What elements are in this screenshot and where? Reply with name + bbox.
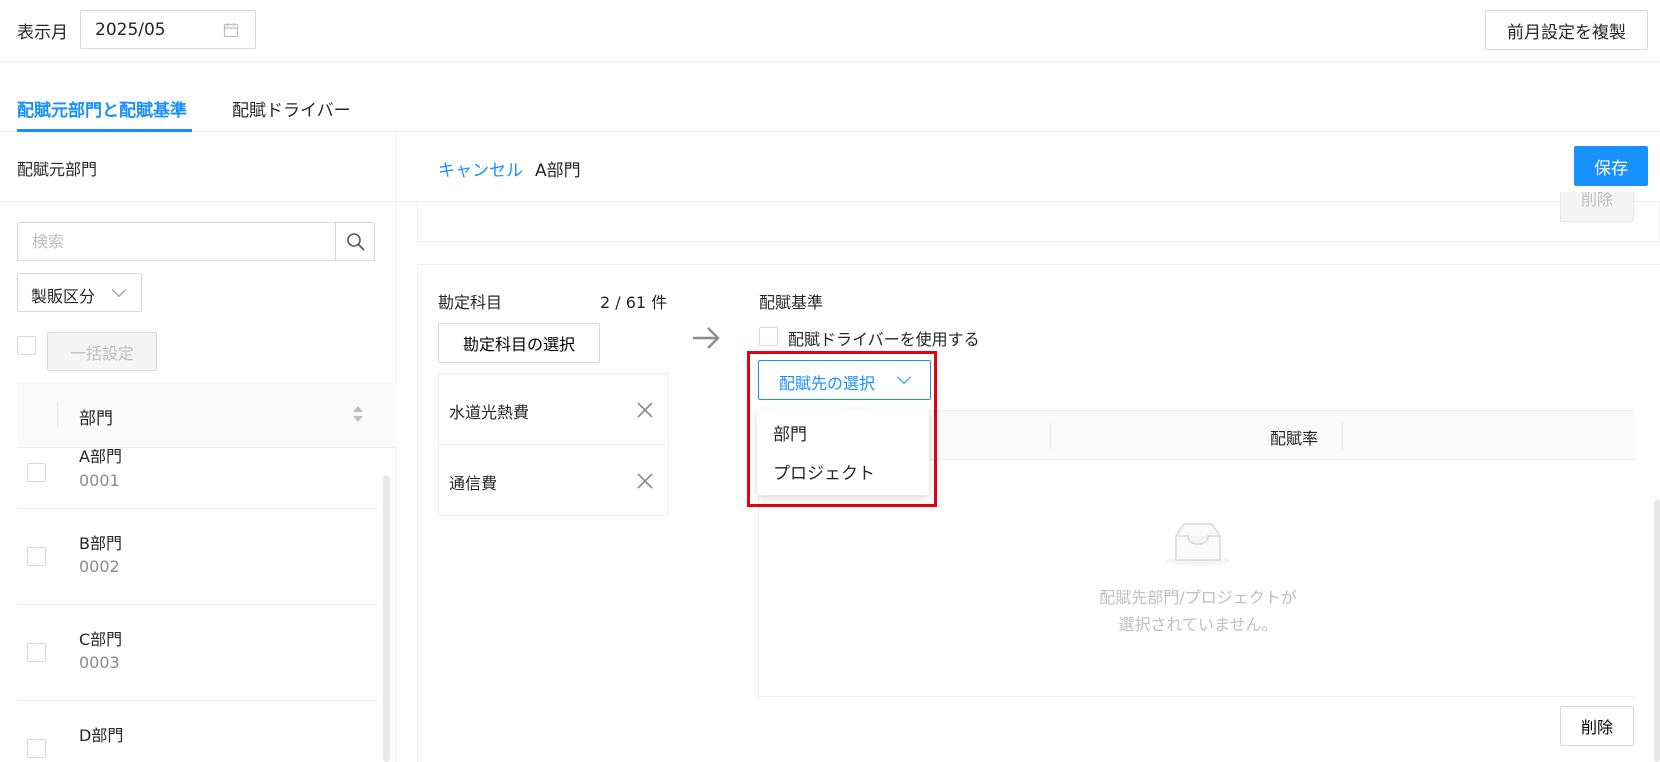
list-scrollbar[interactable] (383, 475, 390, 762)
select-account-button[interactable]: 勘定科目の選択 (438, 323, 600, 363)
source-department-panel: 配賦元部門 製販区分 一括設定 部門 A部門 0001 B部門 0002 (0, 132, 397, 762)
content-scrollbar[interactable] (1654, 500, 1660, 762)
department-name: B部門 (79, 534, 122, 553)
department-name: A部門 (79, 449, 122, 466)
department-name: D部門 (79, 726, 124, 745)
row-checkbox[interactable] (27, 463, 46, 482)
tab-allocation-driver[interactable]: 配賦ドライバー (232, 96, 351, 121)
department-code: 0002 (79, 557, 120, 576)
row-checkbox[interactable] (27, 643, 46, 662)
department-name: C部門 (79, 630, 123, 649)
list-item: 通信費 (439, 445, 668, 516)
row-checkbox[interactable] (27, 547, 46, 566)
empty-state-line: 配賦先部門/プロジェクトが (1099, 588, 1297, 607)
top-bar: 表示月 2025/05 (0, 0, 1660, 62)
close-icon[interactable] (635, 400, 655, 420)
search-icon (347, 233, 365, 251)
department-table-header: 部門 (17, 382, 397, 448)
arrow-right-icon (693, 327, 720, 349)
edit-header: キャンセル A部門 (397, 132, 1660, 202)
search-input[interactable] (17, 222, 337, 261)
list-item: 水道光熱費 (439, 374, 668, 445)
empty-state-line: 選択されていません。 (1118, 615, 1278, 634)
manufacturing-sales-filter[interactable]: 製販区分 (17, 273, 142, 312)
panel-title: 配賦元部門 (17, 160, 98, 179)
tab-bar: 配賦元部門と配賦基準 配賦ドライバー (0, 62, 1660, 132)
department-code: 0001 (79, 471, 120, 490)
row-checkbox[interactable] (27, 739, 46, 758)
account-count: 2 / 61 件 (600, 293, 668, 312)
search-box (17, 222, 375, 261)
search-button[interactable] (335, 222, 375, 261)
use-driver-checkbox[interactable] (759, 327, 778, 346)
divider (0, 201, 397, 202)
table-row[interactable]: C部門 0003 (17, 605, 379, 701)
month-label: 表示月 (17, 23, 68, 43)
previous-rule-card (417, 202, 1660, 242)
copy-previous-month-button[interactable]: 前月設定を複製 (1485, 10, 1648, 50)
select-all-checkbox[interactable] (17, 336, 36, 355)
delete-button[interactable]: 削除 (1560, 706, 1634, 746)
empty-inbox-icon (1166, 523, 1230, 566)
table-row[interactable]: A部門 0001 (17, 449, 379, 509)
cancel-link[interactable]: キャンセル (438, 156, 523, 181)
month-value: 2025/05 (95, 20, 166, 40)
column-header-rate: 配賦率 (1270, 429, 1319, 448)
column-divider (1342, 423, 1343, 449)
save-button[interactable]: 保存 (1574, 146, 1648, 186)
use-driver-label: 配賦ドライバーを使用する (788, 330, 980, 349)
sort-icon[interactable] (353, 406, 363, 424)
table-row[interactable]: B部門 0002 (17, 509, 379, 605)
department-list: A部門 0001 B部門 0002 C部門 0003 D部門 (17, 449, 379, 762)
previous-delete-label: 削除 (1580, 192, 1613, 209)
empty-state-text: 配賦先部門/プロジェクトが 選択されていません。 (1000, 584, 1396, 638)
highlight-annotation-box (747, 351, 937, 507)
account-label: 勘定科目 (438, 293, 503, 312)
account-name: 水道光熱費 (449, 403, 530, 422)
chevron-down-icon (111, 282, 127, 298)
filter-label: 製販区分 (31, 287, 96, 306)
close-icon[interactable] (635, 471, 655, 491)
table-row[interactable]: D部門 (17, 701, 379, 762)
calendar-icon (223, 23, 239, 38)
account-name: 通信費 (449, 474, 498, 493)
tab-source-and-basis[interactable]: 配賦元部門と配賦基準 (17, 96, 187, 121)
column-header-department: 部門 (79, 409, 113, 429)
allocation-basis-label: 配賦基準 (759, 293, 824, 312)
bulk-setting-button[interactable]: 一括設定 (47, 332, 157, 371)
editing-department-name: A部門 (535, 161, 581, 181)
account-list: 水道光熱費 通信費 (438, 373, 669, 516)
column-divider (57, 402, 58, 428)
previous-delete-button[interactable]: 削除 (1560, 192, 1634, 222)
department-code: 0003 (79, 653, 120, 672)
column-divider (1050, 423, 1051, 449)
month-picker[interactable]: 2025/05 (80, 10, 256, 49)
